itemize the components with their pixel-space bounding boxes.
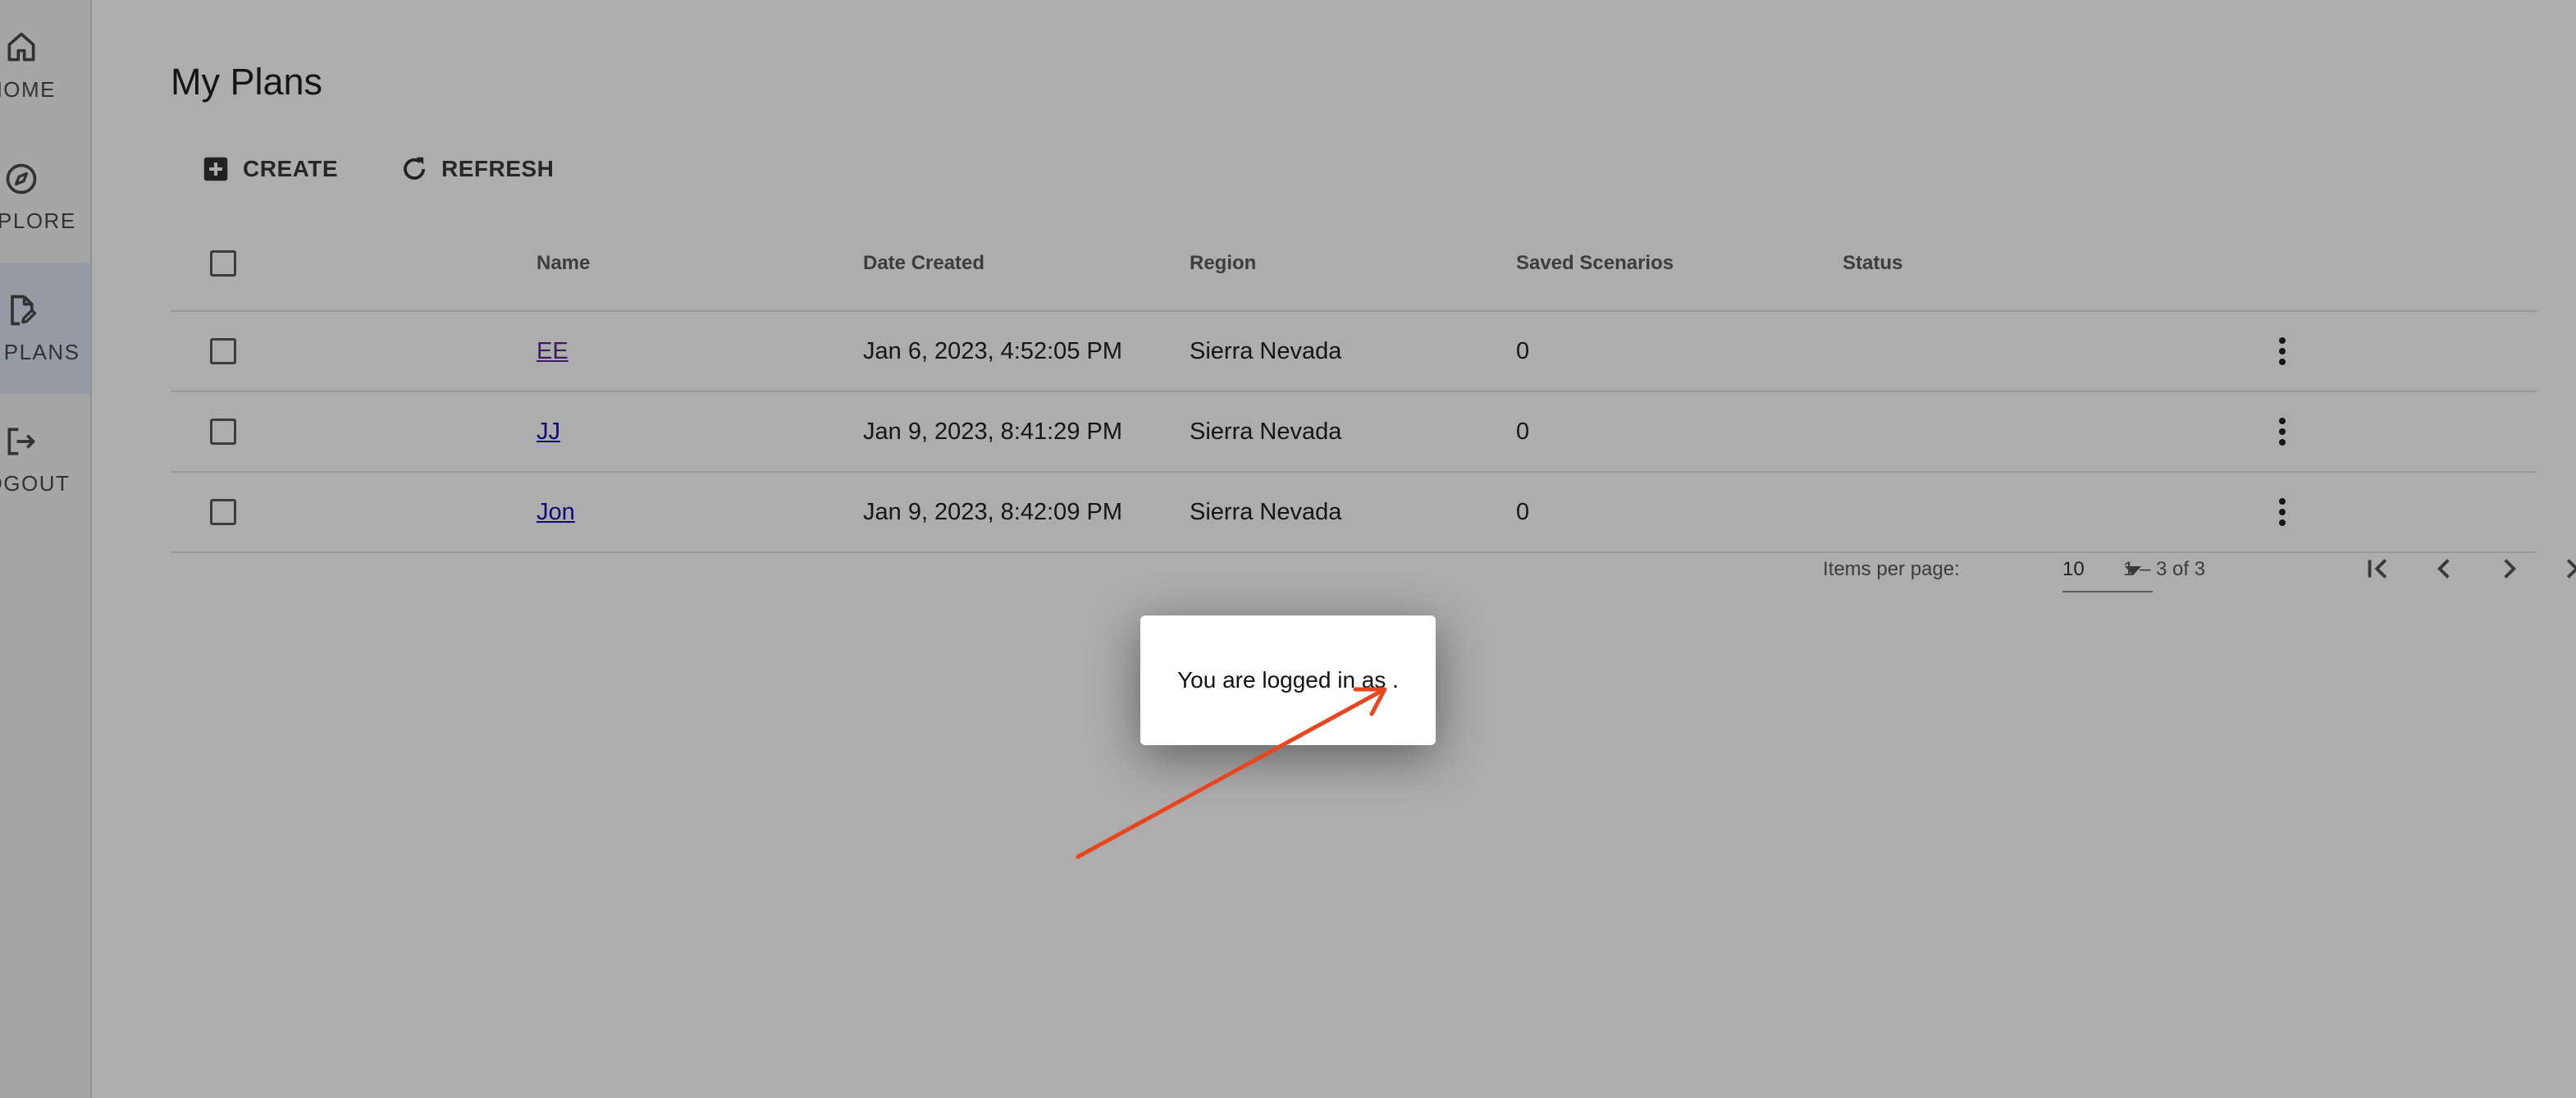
- modal-backdrop[interactable]: [0, 0, 2576, 1098]
- annotation-arrow-icon: [1076, 687, 1387, 859]
